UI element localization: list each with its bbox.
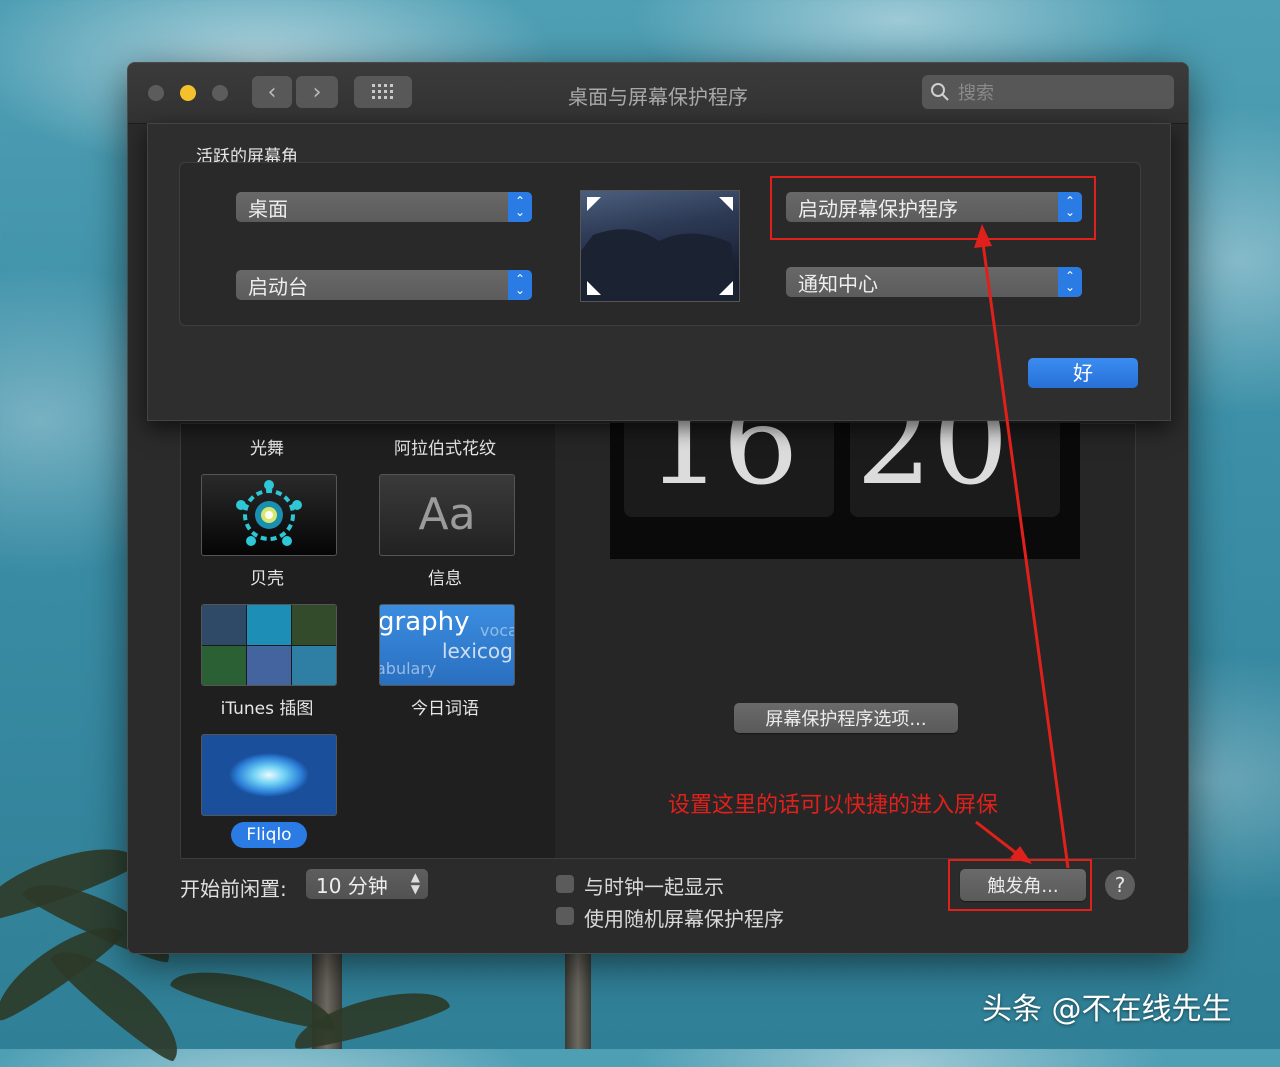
- search-placeholder: 搜索: [958, 83, 994, 104]
- show-clock-label: 与时钟一起显示: [584, 875, 724, 899]
- palm-trunk: [565, 950, 591, 1049]
- corner-value: 桌面: [248, 196, 288, 221]
- screensaver-label: 贝壳: [250, 569, 284, 589]
- screensaver-list: 光舞 阿拉伯式花纹 Aa 贝壳 信息 graphy voca lexicog a…: [180, 374, 556, 859]
- message-thumb-text: Aa: [418, 489, 476, 540]
- corner-popup-bottom-right[interactable]: 通知中心 ⌃ ⌄: [786, 267, 1082, 297]
- word-thumb-line: voca: [480, 621, 515, 640]
- screensaver-label: 今日词语: [411, 699, 479, 719]
- ok-button[interactable]: 好: [1028, 358, 1138, 388]
- idle-time-popup[interactable]: 10 分钟 ▲ ▼: [306, 869, 428, 899]
- preferences-window: ‹ › 桌面与屏幕保护程序 搜索 光舞 阿拉伯式花纹 Aa 贝壳 信息 grap…: [127, 62, 1189, 954]
- screensaver-label: 光舞: [250, 439, 284, 459]
- hot-corners-sheet: 活跃的屏幕角 桌面 ⌃⌄ 启动台 ⌃⌄ 启动屏幕保护程序 ⌃⌄ 通知中心: [147, 123, 1171, 421]
- top-right-highlight: [770, 176, 1096, 240]
- clock-preview: 16 20: [610, 383, 1080, 559]
- stepper-icon: ▲ ▼: [410, 870, 420, 896]
- desktop-corner-preview: [580, 190, 740, 302]
- up-down-icon: ⌃ ⌄: [508, 192, 532, 222]
- screensaver-thumb-message[interactable]: Aa: [379, 474, 515, 556]
- screensaver-label: 信息: [428, 569, 462, 589]
- random-saver-label: 使用随机屏幕保护程序: [584, 907, 784, 931]
- idle-label: 开始前闲置:: [180, 877, 287, 901]
- watermark: 头条 @不在线先生: [982, 992, 1232, 1027]
- word-thumb-line: graphy: [379, 607, 470, 637]
- corner-popup-bottom-left[interactable]: 启动台 ⌃ ⌄: [236, 270, 532, 300]
- palm-tree-bottom: [150, 958, 452, 1055]
- screensaver-thumb-fliqlo[interactable]: [201, 734, 337, 816]
- screensaver-options-button[interactable]: 屏幕保护程序选项...: [734, 703, 958, 733]
- search-field[interactable]: 搜索: [922, 75, 1174, 109]
- screensaver-thumb-itunes[interactable]: [201, 604, 337, 686]
- show-clock-checkbox[interactable]: [556, 875, 574, 893]
- corner-value: 启动台: [248, 274, 308, 299]
- hot-corners-highlight: [948, 859, 1092, 911]
- screensaver-label-selected: Fliqlo: [231, 822, 307, 848]
- screensaver-label: iTunes 插图: [220, 699, 314, 719]
- screensaver-thumb-word-of-day[interactable]: graphy voca lexicog abulary: [379, 604, 515, 686]
- corner-popup-top-left[interactable]: 桌面 ⌃ ⌄: [236, 192, 532, 222]
- word-thumb-line: abulary: [379, 659, 437, 678]
- corner-value: 通知中心: [798, 271, 878, 296]
- random-saver-checkbox[interactable]: [556, 907, 574, 925]
- screensaver-label: 阿拉伯式花纹: [394, 439, 496, 459]
- help-button[interactable]: ?: [1105, 870, 1135, 900]
- search-icon: [931, 83, 949, 101]
- up-down-icon: ⌃ ⌄: [1058, 267, 1082, 297]
- up-down-icon: ⌃ ⌄: [508, 270, 532, 300]
- title-bar: ‹ › 桌面与屏幕保护程序 搜索: [128, 63, 1188, 124]
- word-thumb-line: lexicog: [442, 639, 513, 663]
- screensaver-thumb-shell[interactable]: [201, 474, 337, 556]
- annotation-text: 设置这里的话可以快捷的进入屏保: [668, 793, 999, 818]
- shell-pattern-icon: [236, 480, 302, 546]
- idle-time-value: 10 分钟: [316, 873, 388, 898]
- corner-markers: [581, 197, 739, 301]
